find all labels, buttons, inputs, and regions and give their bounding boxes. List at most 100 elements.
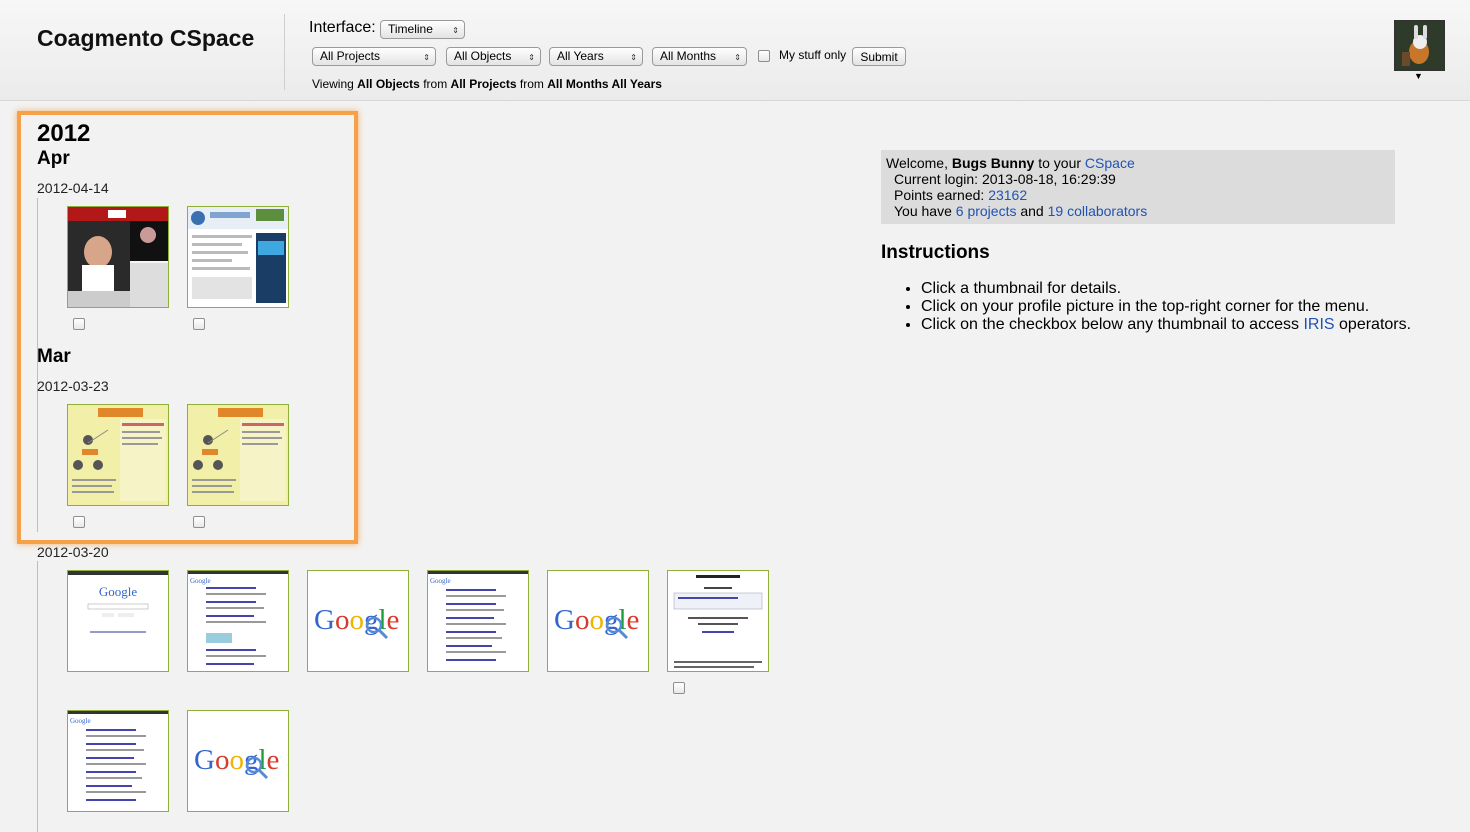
projects-select-value: All Projects xyxy=(320,49,381,63)
welcome-greeting: Welcome, xyxy=(886,155,948,171)
select-arrows-icon: ⇕ xyxy=(630,53,637,62)
welcome-to-your: to your xyxy=(1038,155,1082,171)
current-login-label: Current login: xyxy=(894,171,979,187)
thumbnail-cnn[interactable] xyxy=(67,206,169,308)
points-label: Points earned: xyxy=(894,187,985,203)
months-select-value: All Months xyxy=(660,49,717,63)
profile-avatar[interactable] xyxy=(1394,20,1445,71)
google-results-thumbnail-icon: Google xyxy=(68,711,168,811)
header-bar: Coagmento CSpace Interface: Timeline ⇕ A… xyxy=(0,0,1470,101)
thumbnail-sky-blue-page[interactable] xyxy=(667,570,769,672)
header-divider xyxy=(284,14,285,90)
google-results-thumbnail-icon: Google xyxy=(428,571,528,671)
collaborators-link[interactable]: 19 collaborators xyxy=(1048,203,1148,219)
month-heading: Mar xyxy=(37,346,71,367)
and-text: and xyxy=(1020,203,1044,219)
select-arrows-icon: ⇕ xyxy=(528,53,535,62)
welcome-user-name: Bugs Bunny xyxy=(951,155,1035,171)
timeline-panel: 2012 Apr 2012-04-14 Mar 2012-03-23 2012-… xyxy=(0,101,860,832)
projects-select[interactable]: All Projects ⇕ xyxy=(312,47,436,66)
thumbnail-google-logo[interactable]: Google xyxy=(187,710,289,812)
iris-link[interactable]: IRIS xyxy=(1303,316,1334,333)
thumbnail-google-results[interactable]: Google xyxy=(67,710,169,812)
my-stuff-label: My stuff only xyxy=(779,48,847,62)
svg-text:Google: Google xyxy=(99,584,138,599)
date-label: 2012-04-14 xyxy=(37,180,109,196)
years-select[interactable]: All Years ⇕ xyxy=(549,47,643,66)
instruction-item-text: operators. xyxy=(1339,316,1412,333)
svg-text:Google: Google xyxy=(554,604,639,636)
viewing-objects: All Objects xyxy=(357,77,420,91)
timeline-line xyxy=(37,561,38,832)
you-have-line: You have 6 projects and 19 collaborators xyxy=(886,203,1395,219)
select-arrows-icon: ⇕ xyxy=(452,26,459,35)
instruction-item: Click a thumbnail for details. xyxy=(921,280,1421,298)
projects-link[interactable]: 6 projects xyxy=(956,203,1017,219)
instruction-item: Click on the checkbox below any thumbnai… xyxy=(921,316,1421,334)
thumbnail-checkbox[interactable] xyxy=(193,318,205,330)
news-page-thumbnail-icon xyxy=(188,207,288,307)
interface-select[interactable]: Timeline ⇕ xyxy=(380,20,465,39)
viewing-projects: All Projects xyxy=(450,77,517,91)
viewing-from: from xyxy=(519,77,544,91)
thumbnail-checkbox[interactable] xyxy=(673,682,685,694)
svg-text:Google: Google xyxy=(430,577,451,585)
welcome-line: Welcome, Bugs Bunny to your CSpace xyxy=(886,155,1395,171)
google-home-thumbnail-icon: Google xyxy=(68,571,168,671)
thumbnail-contextminer[interactable] xyxy=(67,404,169,506)
instructions-list: Click a thumbnail for details. Click on … xyxy=(881,280,1421,334)
google-results-thumbnail-icon: Google xyxy=(188,571,288,671)
viewing-from: from xyxy=(423,77,448,91)
thumbnail-webpage[interactable] xyxy=(187,206,289,308)
submit-button[interactable]: Submit xyxy=(852,47,906,66)
cspace-link[interactable]: CSpace xyxy=(1085,155,1135,171)
instructions-title: Instructions xyxy=(881,242,990,263)
viewing-summary: Viewing All Objects from All Projects fr… xyxy=(312,77,662,91)
instruction-item-text: Click on the checkbox below any thumbnai… xyxy=(921,316,1299,333)
points-link[interactable]: 23162 xyxy=(988,187,1027,203)
cnn-page-thumbnail-icon xyxy=(68,207,168,307)
viewing-prefix: Viewing xyxy=(312,77,354,91)
svg-text:Google: Google xyxy=(194,744,279,776)
thumbnail-google-results[interactable]: Google xyxy=(187,570,289,672)
year-heading: 2012 xyxy=(37,120,91,147)
objects-select-value: All Objects xyxy=(454,49,512,63)
viewing-months-years: All Months All Years xyxy=(547,77,662,91)
thumbnail-contextminer[interactable] xyxy=(187,404,289,506)
sky-blue-page-thumbnail-icon xyxy=(668,571,768,671)
thumbnail-google-logo[interactable]: Google xyxy=(547,570,649,672)
interface-label: Interface: xyxy=(309,19,376,36)
instruction-item: Click on your profile picture in the top… xyxy=(921,298,1421,316)
select-arrows-icon: ⇕ xyxy=(423,53,430,62)
welcome-box: Welcome, Bugs Bunny to your CSpace Curre… xyxy=(881,150,1395,224)
svg-text:Google: Google xyxy=(314,604,399,636)
thumbnail-google-home[interactable]: Google xyxy=(67,570,169,672)
date-label: 2012-03-20 xyxy=(37,544,109,560)
my-stuff-checkbox[interactable] xyxy=(758,50,770,62)
bugs-bunny-avatar-icon xyxy=(1396,22,1443,69)
thumbnail-google-logo[interactable]: Google xyxy=(307,570,409,672)
thumbnail-checkbox[interactable] xyxy=(73,516,85,528)
interface-select-value: Timeline xyxy=(388,22,433,36)
objects-select[interactable]: All Objects ⇕ xyxy=(446,47,541,66)
google-logo-thumbnail-icon: Google xyxy=(548,571,648,671)
google-logo-thumbnail-icon: Google xyxy=(308,571,408,671)
you-have-text: You have xyxy=(894,203,952,219)
avatar-menu-caret-icon[interactable]: ▼ xyxy=(1414,71,1423,81)
svg-text:Google: Google xyxy=(70,717,91,725)
contextminer-page-thumbnail-icon xyxy=(68,405,168,505)
thumbnail-checkbox[interactable] xyxy=(73,318,85,330)
month-heading: Apr xyxy=(37,148,70,169)
select-arrows-icon: ⇕ xyxy=(734,53,741,62)
current-login-line: Current login: 2013-08-18, 16:29:39 xyxy=(886,171,1395,187)
thumbnail-google-results[interactable]: Google xyxy=(427,570,529,672)
years-select-value: All Years xyxy=(557,49,604,63)
date-label: 2012-03-23 xyxy=(37,378,109,394)
months-select[interactable]: All Months ⇕ xyxy=(652,47,747,66)
contextminer-page-thumbnail-icon xyxy=(188,405,288,505)
points-line: Points earned: 23162 xyxy=(886,187,1395,203)
google-logo-thumbnail-icon: Google xyxy=(188,711,288,811)
app-title[interactable]: Coagmento CSpace xyxy=(37,25,254,52)
current-login-value: 2013-08-18, 16:29:39 xyxy=(981,171,1116,187)
thumbnail-checkbox[interactable] xyxy=(193,516,205,528)
